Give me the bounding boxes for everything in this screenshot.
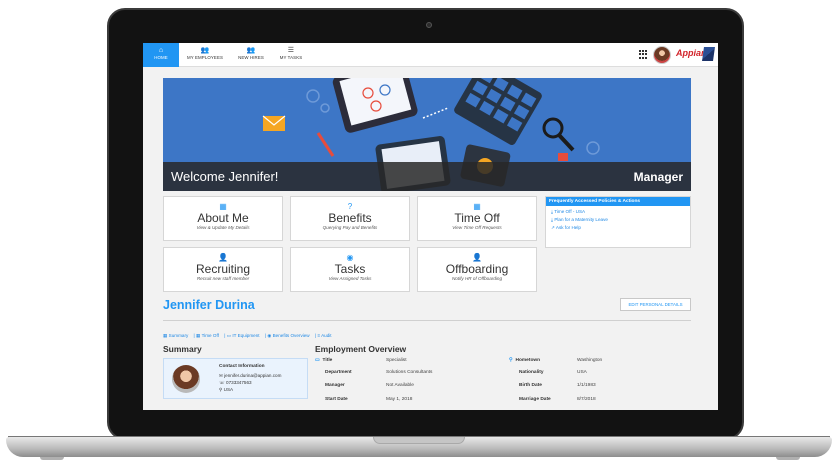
contact-card: Contact Information ✉ jennifer.durina@ap… [163, 358, 308, 399]
calendar-check-icon: ▦ [473, 202, 481, 211]
tab-it-equipment[interactable]: ▭ IT Equipment [227, 333, 262, 338]
field-label-marriage-date: Marriage Date [519, 397, 551, 402]
tile-title: Recruiting [195, 262, 251, 276]
nav-my-employees-label: MY EMPLOYEES [186, 55, 223, 60]
field-value-birth-date: 1/1/1983 [577, 383, 596, 388]
user-avatar[interactable] [653, 46, 671, 64]
tile-subtitle: Recruit new staff member [196, 276, 250, 281]
contact-country: ⚲ USA [219, 387, 234, 392]
tile-tasks[interactable]: ◉ Tasks View Assigned Tasks [290, 247, 410, 292]
user-circle-icon: ◉ [346, 253, 354, 262]
laptop-foot [40, 457, 64, 460]
field-value-department: Solutions Consultants [386, 370, 433, 375]
welcome-text: Welcome Jennifer! [171, 169, 279, 184]
question-icon: ? [347, 202, 353, 211]
employment-overview-heading: Employment Overview [315, 344, 407, 354]
employee-name: Jennifer Durina [163, 298, 255, 312]
field-value-nationality: USA [577, 370, 587, 375]
tile-title: Time Off [454, 211, 500, 225]
nav-my-tasks[interactable]: ☰ MY TASKS [275, 43, 307, 67]
laptop-mockup: ⌂ HOME 👥 MY EMPLOYEES 👥 NEW HIRES ☰ MY T… [0, 0, 838, 466]
app-grid-icon[interactable] [639, 50, 648, 59]
policies-panel: Frequently Accessed Policies & Actions ⤓… [545, 196, 691, 248]
nav-home-label: HOME [154, 55, 168, 60]
tile-subtitle: View & Update My Details [196, 225, 250, 230]
appian-logo-mark [702, 47, 715, 61]
field-value-manager: Not Available [386, 383, 414, 388]
app-screen: ⌂ HOME 👥 MY EMPLOYEES 👥 NEW HIRES ☰ MY T… [143, 43, 718, 410]
people-icon: 👥 [246, 47, 256, 54]
contact-email[interactable]: ✉ jennifer.durina@appian.com [219, 373, 281, 379]
field-value-title: Specialist [386, 358, 407, 363]
role-label: Manager [633, 170, 683, 184]
profile-tabs: ▦ Summary | ▦ Time Off | ▭ IT Equipment … [163, 333, 333, 338]
tile-subtitle: Querying Pay and Benefits [322, 225, 378, 230]
policy-link-maternity[interactable]: ⤓ Plan for a Maternity Leave [551, 217, 690, 222]
tile-benefits[interactable]: ? Benefits Querying Pay and Benefits [290, 196, 410, 241]
tile-recruiting[interactable]: 👤 Recruiting Recruit new staff member [163, 247, 283, 292]
tile-title: Benefits [328, 211, 372, 225]
nav-my-tasks-label: MY TASKS [279, 55, 303, 60]
tile-title: Tasks [334, 262, 366, 276]
id-card-icon: ▭ [315, 358, 320, 363]
policies-heading: Frequently Accessed Policies & Actions [546, 197, 690, 206]
nav-home[interactable]: ⌂ HOME [143, 43, 179, 67]
section-divider [163, 320, 691, 321]
contact-title: Contact Information [219, 364, 265, 369]
field-label-start-date: Start Date [325, 397, 348, 402]
laptop-notch [373, 437, 465, 444]
field-label-department: Department [325, 370, 352, 375]
profile-photo [172, 365, 200, 393]
welcome-banner: Welcome Jennifer! Manager [163, 78, 691, 191]
policy-link-time-off[interactable]: ⤓ Time Off - USA [551, 209, 690, 214]
calendar-icon: ▦ [219, 202, 227, 211]
location-icon: ⚲ [219, 387, 223, 392]
tile-title: Offboarding [445, 262, 509, 276]
edit-personal-details-button[interactable]: EDIT PERSONAL DETAILS [620, 298, 691, 311]
phone-icon: ☏ [219, 380, 225, 385]
nav-new-hires-label: NEW HIRES [238, 55, 264, 60]
laptop-foot [776, 457, 800, 460]
field-label-nationality: Nationality [519, 370, 544, 375]
field-value-hometown: Washington [577, 358, 603, 363]
tab-benefits-overview[interactable]: ◉ Benefits Overview [267, 333, 311, 338]
tile-time-off[interactable]: ▦ Time Off View Time Off Requests [417, 196, 537, 241]
tile-subtitle: View Assigned Tasks [328, 276, 372, 281]
field-label-hometown: ⚲ Hometown [509, 358, 541, 363]
nav-new-hires[interactable]: 👥 NEW HIRES [233, 43, 269, 67]
policy-link-help[interactable]: ↗ Ask for Help [551, 225, 690, 231]
user-plus-icon: 👤 [218, 253, 228, 262]
user-minus-icon: 👤 [472, 253, 482, 262]
tile-subtitle: View Time Off Requests [452, 225, 502, 230]
tab-summary[interactable]: ▦ Summary [163, 333, 190, 338]
people-icon: 👥 [200, 47, 210, 54]
contact-phone: ☏ 0733347563 [219, 380, 252, 385]
nav-my-employees[interactable]: 👥 MY EMPLOYEES [183, 43, 227, 67]
field-value-marriage-date: 8/7/2018 [577, 397, 596, 402]
tile-offboarding[interactable]: 👤 Offboarding Notify HR of Offboarding [417, 247, 537, 292]
tile-subtitle: Notify HR of Offboarding [451, 276, 503, 281]
tab-time-off[interactable]: ▦ Time Off [196, 333, 221, 338]
envelope-icon: ✉ [219, 373, 223, 378]
field-label-manager: Manager [325, 383, 345, 388]
field-label-birth-date: Birth Date [519, 383, 542, 388]
webcam [426, 22, 432, 28]
tile-title: About Me [197, 211, 249, 225]
field-value-start-date: May 1, 2018 [386, 397, 413, 402]
tasks-icon: ☰ [287, 47, 295, 54]
field-label-title: ▭ Title [315, 358, 333, 363]
summary-heading: Summary [163, 344, 202, 354]
tab-audit[interactable]: ≡ Audit [317, 333, 333, 338]
tile-about-me[interactable]: ▦ About Me View & Update My Details [163, 196, 283, 241]
location-icon: ⚲ [509, 358, 513, 363]
top-nav-bar: ⌂ HOME 👥 MY EMPLOYEES 👥 NEW HIRES ☰ MY T… [143, 43, 718, 67]
home-icon: ⌂ [158, 47, 164, 54]
